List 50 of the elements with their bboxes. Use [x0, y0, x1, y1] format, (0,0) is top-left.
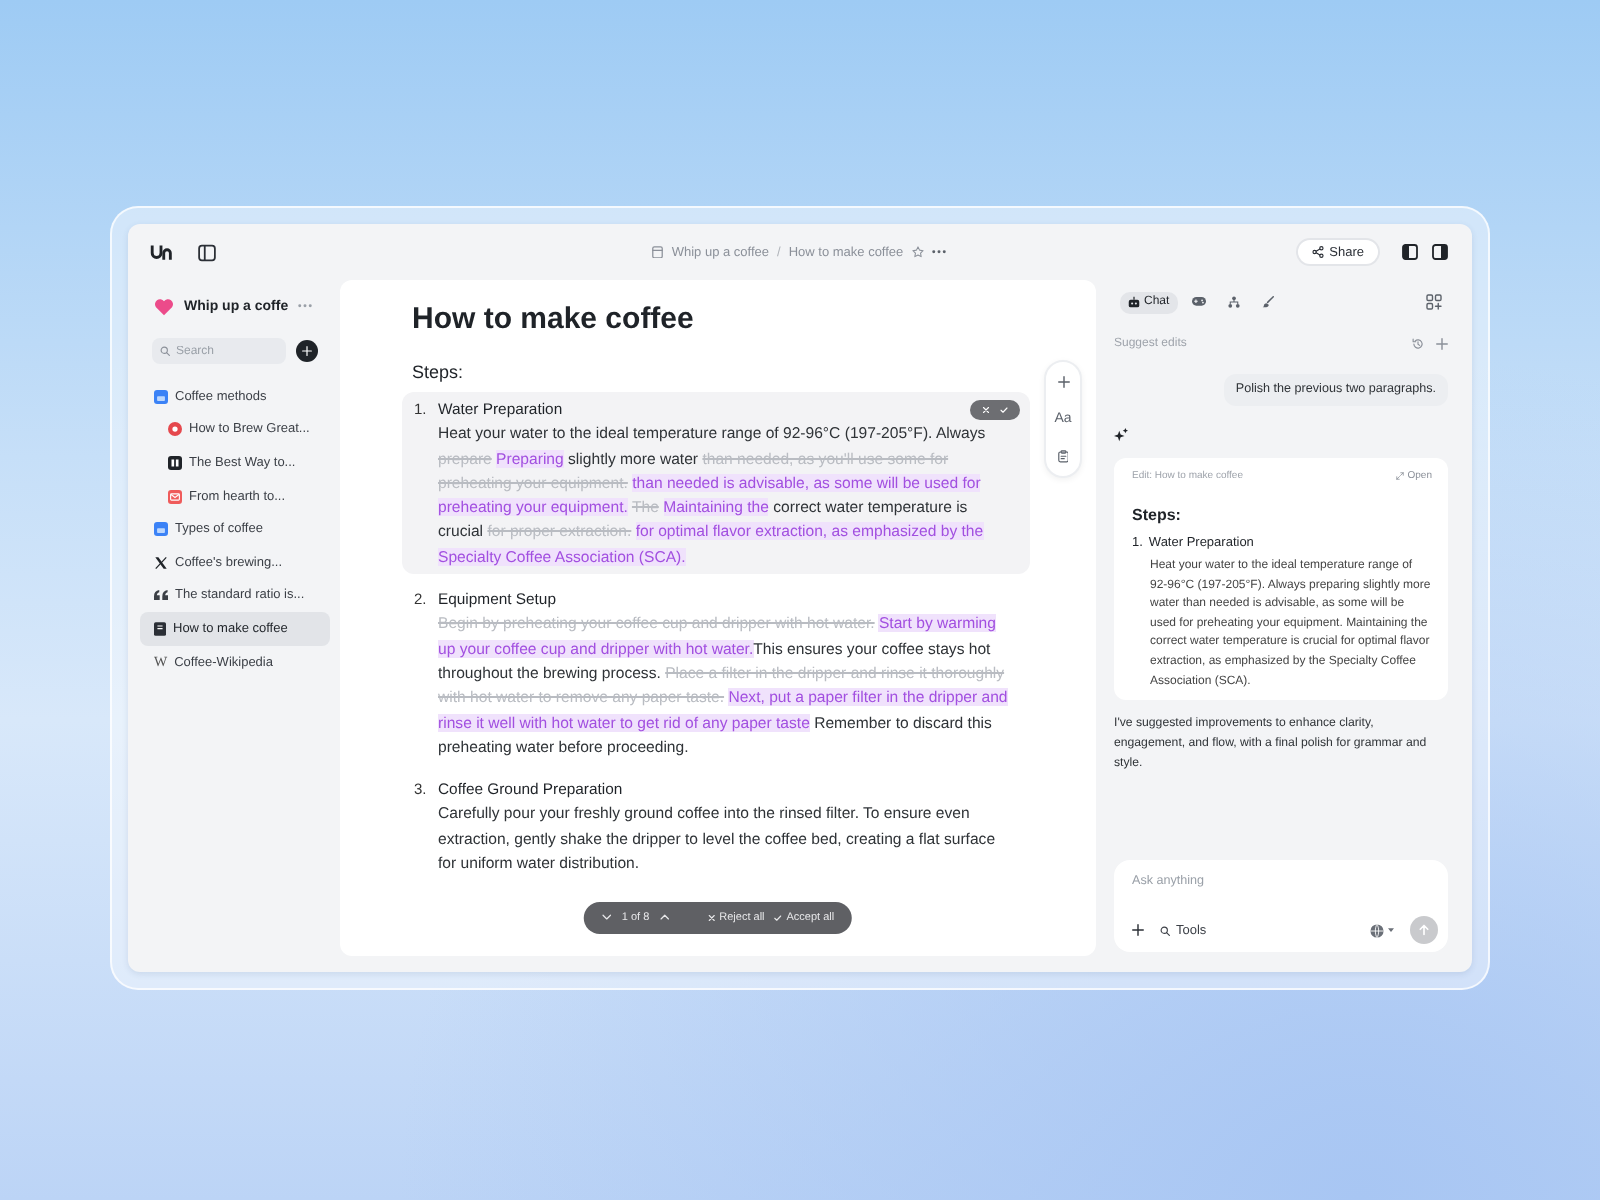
logo-icon	[150, 244, 172, 260]
reject-button[interactable]	[981, 406, 990, 414]
pause-icon	[168, 455, 182, 470]
accept-button[interactable]	[1000, 406, 1009, 414]
arrow-up-icon	[1418, 924, 1430, 936]
record-icon	[168, 422, 182, 437]
plus-icon	[1132, 924, 1144, 936]
next-change-button[interactable]	[601, 914, 612, 922]
right-panel-icon[interactable]	[1432, 244, 1448, 260]
section-heading: Steps:	[410, 360, 466, 384]
folder-icon	[154, 389, 168, 404]
plus-icon	[302, 346, 312, 356]
previous-change-button[interactable]	[659, 914, 670, 922]
new-button[interactable]	[296, 340, 318, 362]
chevron-down-icon	[601, 914, 612, 922]
sparkle-icon	[1114, 428, 1128, 442]
close-icon	[981, 406, 990, 414]
envelope-icon	[168, 489, 182, 504]
document-title: How to make coffee	[410, 300, 696, 340]
share-icon	[1311, 246, 1324, 258]
heart-icon	[154, 297, 174, 315]
search-icon	[160, 346, 170, 356]
left-panel-icon[interactable]	[1402, 244, 1418, 260]
hierarchy-icon	[1227, 296, 1240, 308]
model-button[interactable]	[1370, 923, 1394, 937]
x-mark-icon	[154, 555, 168, 570]
chevron-up-icon	[659, 914, 670, 922]
folder-icon	[154, 522, 168, 537]
page-icon	[652, 245, 664, 259]
robot-icon	[1128, 296, 1140, 308]
document-icon	[154, 621, 166, 636]
brush-icon	[1261, 296, 1274, 308]
history-icon[interactable]	[1412, 338, 1424, 350]
sidebar-toggle-icon[interactable]	[198, 243, 216, 261]
grid-plus-icon[interactable]	[1426, 294, 1442, 310]
gamepad-icon	[1192, 296, 1207, 308]
clipboard-icon	[1057, 450, 1069, 464]
close-icon	[707, 914, 716, 922]
plus-icon[interactable]	[1436, 338, 1448, 350]
search-icon	[1160, 925, 1170, 935]
check-icon	[1000, 406, 1009, 414]
add-button[interactable]	[1132, 924, 1144, 936]
quote-icon	[154, 590, 168, 601]
check-icon	[774, 914, 783, 922]
caret-icon	[1388, 928, 1394, 932]
expand-icon	[1395, 472, 1404, 480]
globe-icon	[1370, 923, 1384, 937]
edit-heading: Steps:	[1132, 506, 1183, 526]
plus-icon	[1057, 375, 1069, 387]
star-icon[interactable]	[911, 246, 924, 258]
